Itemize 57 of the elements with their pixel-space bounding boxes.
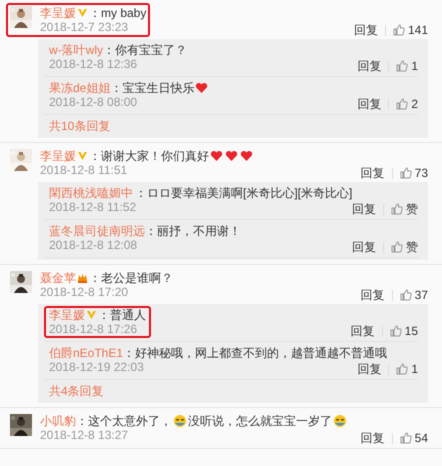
thumbs-up-icon [400, 167, 412, 179]
timestamp: 2018-12-8 11:52 [49, 200, 138, 214]
thumbs-up-icon [390, 325, 402, 337]
reply-link[interactable]: 回复 [360, 166, 385, 180]
comment-text: ：普通人 [98, 308, 146, 322]
comment-text: 没听说，怎么就宝宝一岁了 [188, 414, 332, 428]
like-button[interactable]: 1 [396, 59, 418, 73]
heart-icon [210, 150, 223, 162]
timestamp: 2018-12-7 23:23 [40, 20, 130, 34]
comment-text: ：好神秘哦，网上都查不到的，越普通越不普通哦 [123, 346, 388, 360]
reply-link[interactable]: 回复 [352, 202, 376, 216]
like-button[interactable]: 54 [400, 431, 428, 445]
like-button[interactable]: 赞 [391, 240, 418, 254]
timestamp: 2018-12-8 17:26 [49, 322, 138, 336]
thumbs-up-icon [396, 363, 408, 375]
thumbs-up-icon [400, 289, 412, 301]
comment-text: ：宝宝生日快乐 [110, 81, 194, 95]
reply-link[interactable]: 回复 [360, 431, 385, 445]
comment-text: ：谢谢大家！你们真好 [89, 149, 209, 163]
thumbs-up-icon [396, 60, 408, 72]
reply-link[interactable]: 回复 [354, 23, 378, 37]
thumbs-up-icon [400, 432, 412, 444]
like-button[interactable]: 15 [390, 324, 418, 338]
timestamp: 2018-12-8 13:27 [40, 428, 130, 442]
like-button[interactable]: 141 [392, 23, 428, 37]
like-button[interactable]: 73 [400, 166, 428, 180]
heart-icon [225, 150, 238, 162]
thumbs-up-icon [392, 24, 405, 36]
timestamp: 2018-12-19 22:03 [49, 360, 145, 374]
timestamp: 2018-12-8 17:20 [40, 285, 130, 299]
timestamp: 2018-12-8 12:08 [49, 238, 138, 252]
reply-link[interactable]: 回复 [350, 324, 375, 338]
laughing-emoji-icon [333, 414, 347, 428]
timestamp: 2018-12-8 11:51 [40, 163, 128, 177]
reply-link[interactable]: 回复 [357, 97, 382, 111]
like-button[interactable]: 赞 [391, 202, 418, 216]
comment-text: ：my baby [89, 6, 146, 20]
reply-link[interactable]: 回复 [352, 240, 376, 254]
thumbs-up-icon [391, 203, 403, 215]
thumbs-up-icon [396, 98, 408, 110]
heart-icon [195, 82, 208, 94]
comment-text: ：你有宝宝了？ [103, 43, 187, 57]
like-button[interactable]: 1 [396, 362, 418, 376]
comment-text: ：ロロ要幸福美满啊[米奇比心][米奇比心] [135, 186, 352, 200]
thumbs-up-icon [391, 241, 403, 253]
comment-text: ：老公是谁啊？ [89, 271, 173, 285]
timestamp: 2018-12-8 08:00 [49, 95, 138, 109]
comment-text: ：这个太意外了， [76, 414, 172, 428]
reply-link[interactable]: 回复 [357, 59, 382, 73]
laughing-emoji-icon [173, 414, 187, 428]
timestamp: 2018-12-8 12:36 [49, 57, 138, 71]
reply-link[interactable]: 回复 [357, 362, 382, 376]
heart-icon [240, 150, 253, 162]
comment-text: ：丽抒，不用谢！ [145, 224, 241, 238]
like-button[interactable]: 37 [400, 288, 428, 302]
like-button[interactable]: 2 [396, 97, 418, 111]
reply-link[interactable]: 回复 [360, 288, 385, 302]
